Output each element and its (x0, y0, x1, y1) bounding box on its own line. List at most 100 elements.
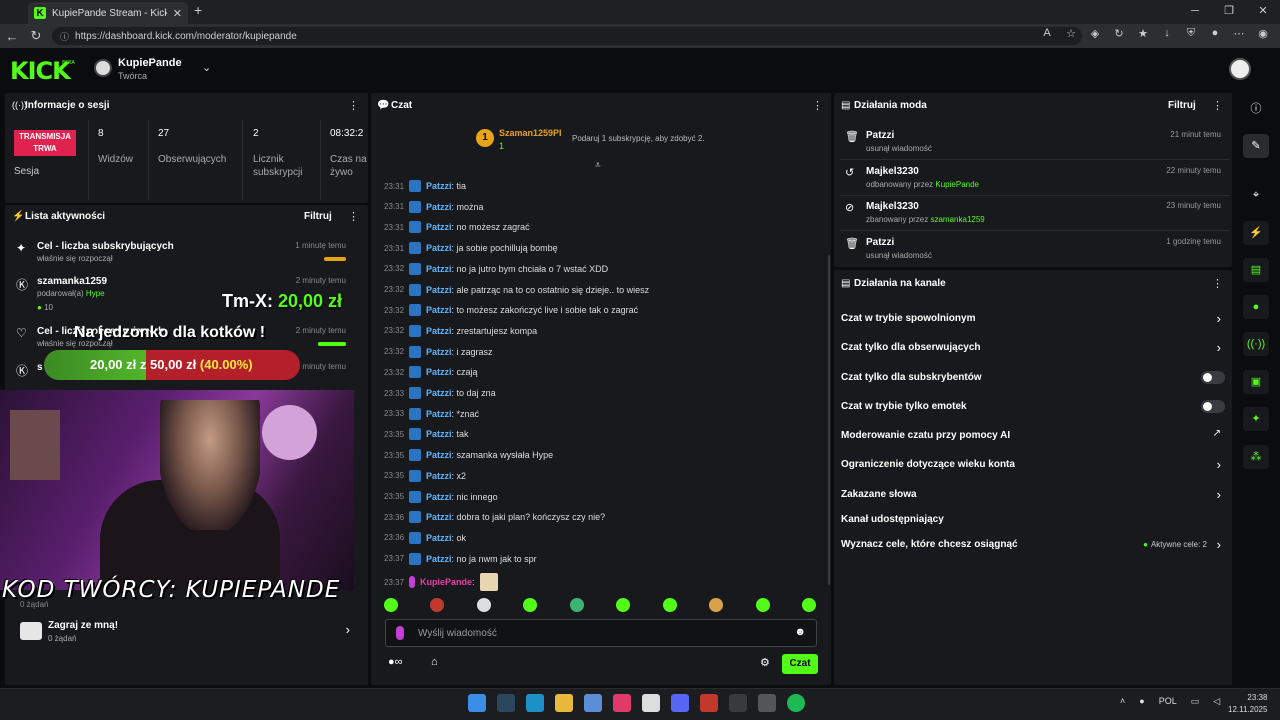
chevron-right-icon[interactable]: › (1217, 457, 1221, 472)
copilot-icon[interactable]: ◉ (1256, 27, 1270, 40)
steam-icon[interactable] (497, 694, 515, 712)
message-user[interactable]: Patzzi (426, 202, 452, 212)
folder-icon[interactable] (555, 694, 573, 712)
channel-setting-row[interactable]: Wyznacz cele, które chcesz osiągnąć Aktyw… (841, 537, 1227, 553)
language-indicator[interactable]: POL (1159, 696, 1177, 707)
message-user[interactable]: Patzzi (426, 285, 452, 295)
chat-message[interactable]: 23:32 Patzzi: ale patrząc na to co ostatn… (384, 283, 649, 296)
channel-menu-icon[interactable]: ⋮ (1212, 277, 1223, 290)
edge-icon[interactable] (526, 694, 544, 712)
store-icon[interactable]: ⌂ (431, 656, 438, 668)
channel-setting-row[interactable]: Zakazane słowa › (841, 487, 1227, 503)
info-icon[interactable]: ⓘ (1243, 97, 1269, 121)
chevron-right-icon[interactable]: › (1217, 537, 1221, 552)
toggle-switch[interactable] (1201, 371, 1225, 384)
emote-icon[interactable] (476, 598, 491, 612)
lightning-icon[interactable]: ⚡ (1243, 221, 1269, 245)
chevron-right-icon[interactable]: › (1217, 340, 1221, 355)
channel-setting-row[interactable]: Moderowanie czatu przy pomocy AI ↗ (841, 428, 1227, 444)
emoji-icon[interactable]: ☻ (794, 626, 806, 638)
mod-target-user[interactable]: Patzzi (866, 130, 894, 141)
emote-icon[interactable] (384, 598, 398, 612)
app-icon[interactable] (729, 694, 747, 712)
external-link-icon[interactable]: ↗ (1213, 428, 1221, 439)
chevron-up-icon[interactable]: ˄ (1120, 696, 1125, 707)
chat-message[interactable]: 23:31 Patzzi: można (384, 200, 484, 213)
message-user[interactable]: Patzzi (426, 429, 452, 439)
chat-message[interactable]: 23:31 Patzzi: tia (384, 180, 466, 192)
chat-icon[interactable]: ● (1243, 295, 1269, 319)
broadcast-icon[interactable]: ((·)) (1243, 332, 1269, 356)
chat-menu-icon[interactable]: ⋮ (812, 99, 823, 112)
message-user[interactable]: Patzzi (426, 243, 452, 253)
read-aloud-icon[interactable]: A (1040, 27, 1054, 40)
activity-filter-button[interactable]: Filtruj (304, 211, 332, 222)
message-user[interactable]: Patzzi (426, 450, 452, 460)
mod-target-user[interactable]: Majkel3230 (866, 166, 919, 177)
play-with-me-item[interactable]: Zagraj ze mną! 0 żądań › (20, 620, 360, 646)
download-icon[interactable]: ↓ (1160, 27, 1174, 40)
chat-message[interactable]: 23:35 Patzzi: nic innego (384, 490, 498, 503)
apps-icon[interactable]: ⁂ (1243, 445, 1269, 469)
message-user[interactable]: KupiePande (420, 577, 472, 587)
chevron-down-icon[interactable]: ⌄ (202, 61, 211, 74)
user-avatar[interactable] (1229, 58, 1251, 80)
emote-icon[interactable] (523, 598, 538, 612)
chat-message[interactable]: 23:32 Patzzi: czają (384, 366, 478, 379)
emote-icon[interactable] (662, 598, 677, 612)
new-tab-button[interactable]: + (194, 2, 202, 18)
message-user[interactable]: Patzzi (426, 264, 452, 274)
gear-icon[interactable]: ⚙ (760, 656, 770, 669)
chat-message[interactable]: 23:32 Patzzi: to możesz zakończyć live i … (384, 304, 638, 317)
chat-message[interactable]: 23:32 Patzzi: i zagrasz (384, 345, 493, 358)
chat-input[interactable]: Wyślij wiadomość ☻ (385, 619, 817, 647)
taskbar-clock[interactable]: 23:38 12.11.2025 (1228, 692, 1267, 716)
chat-message[interactable]: 23:32 Patzzi: no ja jutro bym chciała o 7… (384, 262, 608, 275)
spotify-icon[interactable] (787, 694, 805, 712)
layers-icon[interactable]: ▣ (1243, 370, 1269, 394)
message-user[interactable]: Patzzi (426, 471, 452, 481)
session-menu-icon[interactable]: ⋮ (348, 99, 359, 112)
points-icon[interactable]: ●∞ (388, 656, 403, 668)
wrench-icon[interactable]: ✦ (1243, 407, 1269, 431)
channel-setting-row[interactable]: Kanał udostępniający (841, 512, 1227, 528)
chat-message[interactable]: 23:32 Patzzi: zrestartujesz kompa (384, 324, 537, 337)
chat-message[interactable]: 23:35 Patzzi: tak (384, 428, 469, 441)
chat-scrollbar[interactable] (828, 255, 830, 585)
chat-message[interactable]: 23:35 Patzzi: x2 (384, 469, 466, 482)
mod-filter-button[interactable]: Filtruj (1168, 100, 1196, 111)
mod-target-user[interactable]: Patzzi (866, 237, 894, 248)
message-user[interactable]: Patzzi (426, 533, 452, 543)
message-user[interactable]: Patzzi (426, 222, 452, 232)
obs-icon[interactable] (642, 694, 660, 712)
volume-icon[interactable]: ◁ (1213, 696, 1220, 707)
emote-icon[interactable] (430, 598, 445, 612)
menu-icon[interactable]: ⋯ (1232, 27, 1246, 40)
emote-icon[interactable] (569, 598, 584, 612)
app-icon[interactable] (758, 694, 776, 712)
chat-message[interactable]: 23:36 Patzzi: dobra to jaki plan? kończys… (384, 511, 605, 524)
chat-message[interactable]: 23:35 Patzzi: szamanka wysłała Hype (384, 449, 553, 462)
message-user[interactable]: Patzzi (426, 367, 452, 377)
channel-name[interactable]: KupiePande (118, 57, 182, 69)
emote-icon[interactable] (801, 598, 816, 612)
chat-message[interactable]: 23:37 Patzzi: no ja nwm jak to spr (384, 552, 537, 565)
tiktok-icon[interactable] (613, 694, 631, 712)
mic-icon[interactable]: ● (1139, 696, 1144, 707)
start-icon[interactable] (468, 694, 486, 712)
mod-target-user[interactable]: Majkel3230 (866, 201, 919, 212)
message-user[interactable]: Patzzi (426, 388, 452, 398)
message-user[interactable]: Patzzi (426, 554, 452, 564)
mod-menu-icon[interactable]: ⋮ (1212, 99, 1223, 112)
extensions-icon[interactable]: ◈ (1088, 27, 1102, 40)
back-icon[interactable]: ← (0, 29, 24, 44)
discord-icon[interactable] (671, 694, 689, 712)
message-user[interactable]: Patzzi (426, 326, 452, 336)
chevron-right-icon[interactable]: › (1217, 311, 1221, 326)
chat-message[interactable]: 23:31 Patzzi: no możesz zagrać (384, 221, 530, 234)
reload-icon[interactable]: ↻ (24, 28, 48, 44)
collapse-icon[interactable]: ⩡ (595, 160, 601, 171)
chat-message[interactable]: 23:36 Patzzi: ok (384, 531, 466, 544)
message-user[interactable]: Patzzi (426, 512, 452, 522)
emote-icon[interactable] (755, 598, 770, 612)
